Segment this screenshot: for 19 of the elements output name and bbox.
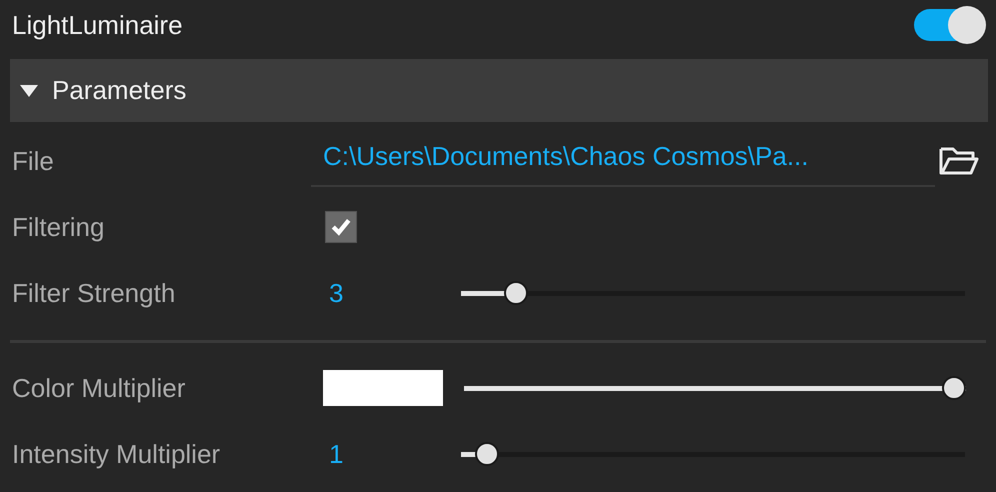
section-header[interactable]: Parameters: [10, 59, 988, 122]
checkbox[interactable]: [325, 211, 357, 243]
file-path-field[interactable]: C:\Users\Documents\Chaos Cosmos\Pa...: [311, 141, 935, 187]
parameter-label: Filtering: [12, 212, 106, 242]
parameter-label: Intensity Multiplier: [12, 438, 222, 470]
folder-icon[interactable]: [939, 145, 979, 177]
color-swatch[interactable]: [323, 370, 443, 406]
expand-arrow-icon: [20, 84, 38, 96]
value-field[interactable]: 3: [311, 278, 461, 308]
slider-thumb[interactable]: [504, 281, 528, 305]
slider-thumb[interactable]: [475, 442, 500, 466]
parameter-label: Color Multiplier: [12, 372, 186, 404]
parameter-label: File: [12, 146, 55, 176]
value-field[interactable]: 1: [311, 438, 461, 470]
checkmark-icon: [330, 216, 352, 238]
slider-thumb[interactable]: [942, 376, 966, 400]
parameter-label: Filter Strength: [12, 278, 176, 308]
enable-toggle[interactable]: [914, 6, 986, 44]
node-title: LightLuminaire: [12, 10, 183, 40]
